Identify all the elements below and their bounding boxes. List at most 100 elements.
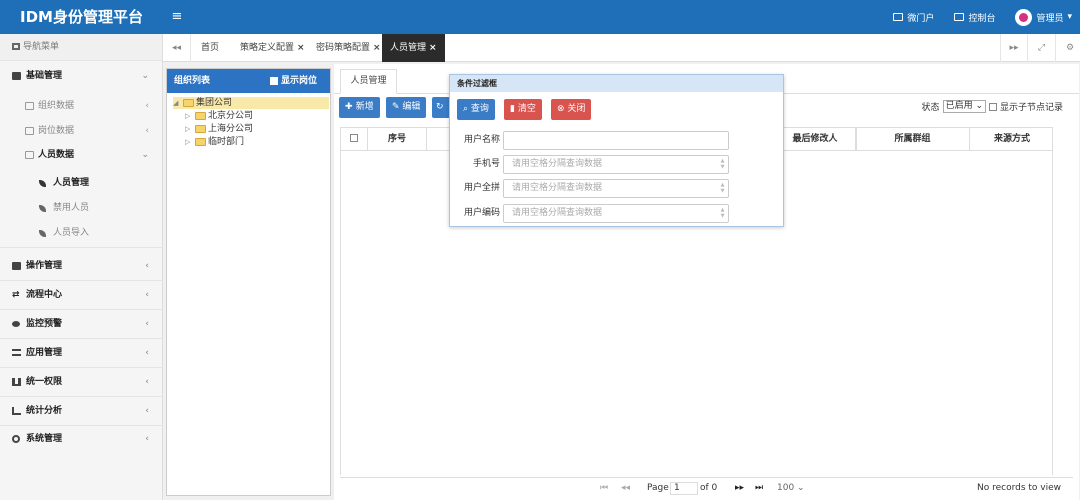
tab-label: 策略定义配置 — [240, 43, 295, 53]
scroll-right-icon[interactable]: ▸▸ — [1000, 34, 1028, 62]
trash-icon: ▮ — [510, 104, 518, 114]
sidebar-item-apps[interactable]: 应用管理 ‹ — [0, 342, 163, 364]
sidebar-item-label: 人员导入 — [53, 228, 90, 238]
sidebar-item-label: 系统管理 — [26, 434, 63, 444]
list-icon — [12, 349, 21, 356]
tab-policy[interactable]: 策略定义配置 × — [232, 34, 313, 62]
chevron-down-icon: ⌄ — [141, 71, 149, 81]
collapse-icon[interactable]: ▷ — [185, 110, 193, 122]
edit-button[interactable]: ✎ 编辑 — [386, 97, 427, 118]
add-button[interactable]: ✚ 新增 — [339, 97, 380, 118]
page-size-select[interactable]: 100 ⌄ — [777, 483, 805, 493]
resize-handle-icon[interactable]: ▲ ▼ — [719, 182, 726, 195]
next-page-icon[interactable]: ▸▸ — [735, 483, 744, 493]
tab-pwd-policy[interactable]: 密码策略配置 × — [308, 34, 389, 62]
caret-down-icon: ▾ — [1067, 12, 1072, 22]
console-link[interactable]: 控制台 — [954, 11, 995, 24]
sidebar-item-post-data[interactable]: 岗位数据 ‹ — [0, 120, 163, 142]
page-input[interactable]: 1 — [670, 482, 698, 495]
code-placeholder: 请用空格分隔查询数据 — [512, 208, 603, 218]
refresh-icon: ↻ — [436, 102, 444, 112]
first-page-icon[interactable]: ⏮ — [600, 483, 608, 493]
code-input[interactable]: 请用空格分隔查询数据 ▲ ▼ — [503, 204, 729, 223]
prev-page-icon[interactable]: ◂◂ — [621, 483, 630, 493]
empty-records-text: No records to view — [977, 483, 1062, 493]
scroll-left-icon[interactable]: ◂◂ — [163, 34, 191, 62]
close-button[interactable]: ⊗ 关闭 — [551, 99, 592, 120]
close-icon[interactable]: × — [429, 43, 437, 53]
tree-node-label: 北京分公司 — [208, 111, 254, 121]
code-label: 用户编码 — [463, 208, 500, 218]
tree-node-label: 上海分公司 — [208, 124, 254, 134]
folder-icon — [183, 99, 194, 107]
show-child-checkbox[interactable] — [988, 102, 997, 111]
col-group[interactable]: 所属群组 — [856, 128, 970, 150]
folder-icon — [195, 125, 206, 133]
select-all-checkbox[interactable] — [350, 134, 358, 142]
last-page-icon[interactable]: ⏭ — [755, 483, 763, 493]
status-label: 状态 — [921, 103, 940, 113]
tab-home[interactable]: 首页 — [193, 34, 227, 62]
sidebar-header: 导航菜单 — [0, 34, 162, 61]
clear-button[interactable]: ▮ 清空 — [504, 99, 542, 120]
sidebar-item-basic[interactable]: 基础管理 ⌄ — [0, 65, 163, 87]
chevron-left-icon: ‹ — [145, 126, 149, 136]
sidebar-item-stats[interactable]: 统计分析 ‹ — [0, 400, 163, 422]
org-panel: 组织列表 显示岗位 ◢ 集团公司 ▷ 北京分公司 ▷ 上海分公司 ▷ 临时部门 — [166, 68, 331, 496]
leaf-icon — [39, 205, 46, 212]
sidebar-item-monitor[interactable]: 监控预警 ‹ — [0, 313, 163, 335]
close-icon[interactable]: × — [297, 43, 305, 53]
collapse-icon[interactable]: ▷ — [185, 123, 193, 135]
tab-users[interactable]: 人员管理 × — [382, 34, 445, 62]
gear-icon[interactable]: ⚙ — [1056, 34, 1080, 62]
sidebar-item-person-manage[interactable]: 人员管理 — [0, 172, 163, 194]
resize-handle-icon[interactable]: ▲ ▼ — [719, 158, 726, 171]
tree-node-label: 临时部门 — [208, 137, 245, 147]
collapse-icon[interactable]: ▷ — [185, 136, 193, 148]
tree-node-shanghai[interactable]: ▷ 上海分公司 — [185, 123, 253, 135]
tree-node-beijing[interactable]: ▷ 北京分公司 — [185, 110, 253, 122]
page-total: of 0 — [700, 483, 718, 493]
phone-input[interactable]: 请用空格分隔查询数据 ▲ ▼ — [503, 155, 729, 174]
portal-link[interactable]: 微门户 — [893, 11, 934, 24]
refresh-button[interactable]: ↻ — [432, 97, 450, 118]
sidebar-item-label: 统计分析 — [26, 406, 63, 416]
col-source[interactable]: 来源方式 — [970, 128, 1054, 150]
username-input[interactable] — [503, 131, 729, 150]
subtab-users[interactable]: 人员管理 — [340, 69, 397, 94]
sidebar-item-ops[interactable]: 操作管理 ‹ — [0, 255, 163, 277]
sidebar-item-import-users[interactable]: 人员导入 — [0, 222, 163, 244]
resize-handle-icon[interactable]: ▲ ▼ — [719, 207, 726, 220]
plus-icon: ✚ — [345, 102, 356, 112]
folder-icon — [195, 138, 206, 146]
expand-icon[interactable]: ◢ — [173, 97, 181, 109]
id-card-icon — [893, 13, 904, 21]
tab-label: 密码策略配置 — [316, 43, 371, 53]
sidebar-item-label: 基础管理 — [26, 71, 63, 81]
close-icon[interactable]: × — [373, 43, 381, 53]
col-modifier[interactable]: 最后修改人 — [775, 128, 856, 150]
status-select[interactable]: 已启用 ⌄ — [942, 100, 986, 113]
user-menu[interactable]: 管理员 ▾ — [1015, 8, 1072, 26]
menu-toggle-icon[interactable]: ≡ — [168, 0, 186, 34]
sidebar-item-person-data[interactable]: 人员数据 ⌄ — [0, 144, 163, 166]
tree-node-temp[interactable]: ▷ 临时部门 — [185, 136, 244, 148]
app-title: IDM身份管理平台 — [20, 8, 143, 26]
tree-node-root[interactable]: ◢ 集团公司 — [173, 97, 329, 109]
show-post-toggle[interactable]: 显示岗位 — [269, 69, 317, 93]
sidebar-item-org-data[interactable]: 组织数据 ‹ — [0, 95, 163, 117]
sidebar-item-perm[interactable]: 统一权限 ‹ — [0, 371, 163, 393]
search-button[interactable]: ⌕ 查询 — [457, 99, 495, 120]
phone-placeholder: 请用空格分隔查询数据 — [512, 159, 603, 169]
pinyin-input[interactable]: 请用空格分隔查询数据 ▲ ▼ — [503, 179, 729, 198]
sidebar-item-disabled-users[interactable]: 禁用人员 — [0, 197, 163, 219]
col-no[interactable]: 序号 — [368, 128, 427, 150]
sidebar-item-flow[interactable]: ⇄ 流程中心 ‹ — [0, 284, 163, 306]
status-select-value: 已启用 — [945, 101, 973, 111]
leaf-icon — [39, 180, 46, 187]
fullscreen-icon[interactable]: ⤢ — [1028, 34, 1056, 62]
checkbox[interactable] — [269, 77, 278, 85]
username-label: 用户名称 — [463, 135, 500, 145]
folder-icon — [25, 127, 34, 135]
sidebar-item-system[interactable]: 系统管理 ‹ — [0, 428, 163, 450]
